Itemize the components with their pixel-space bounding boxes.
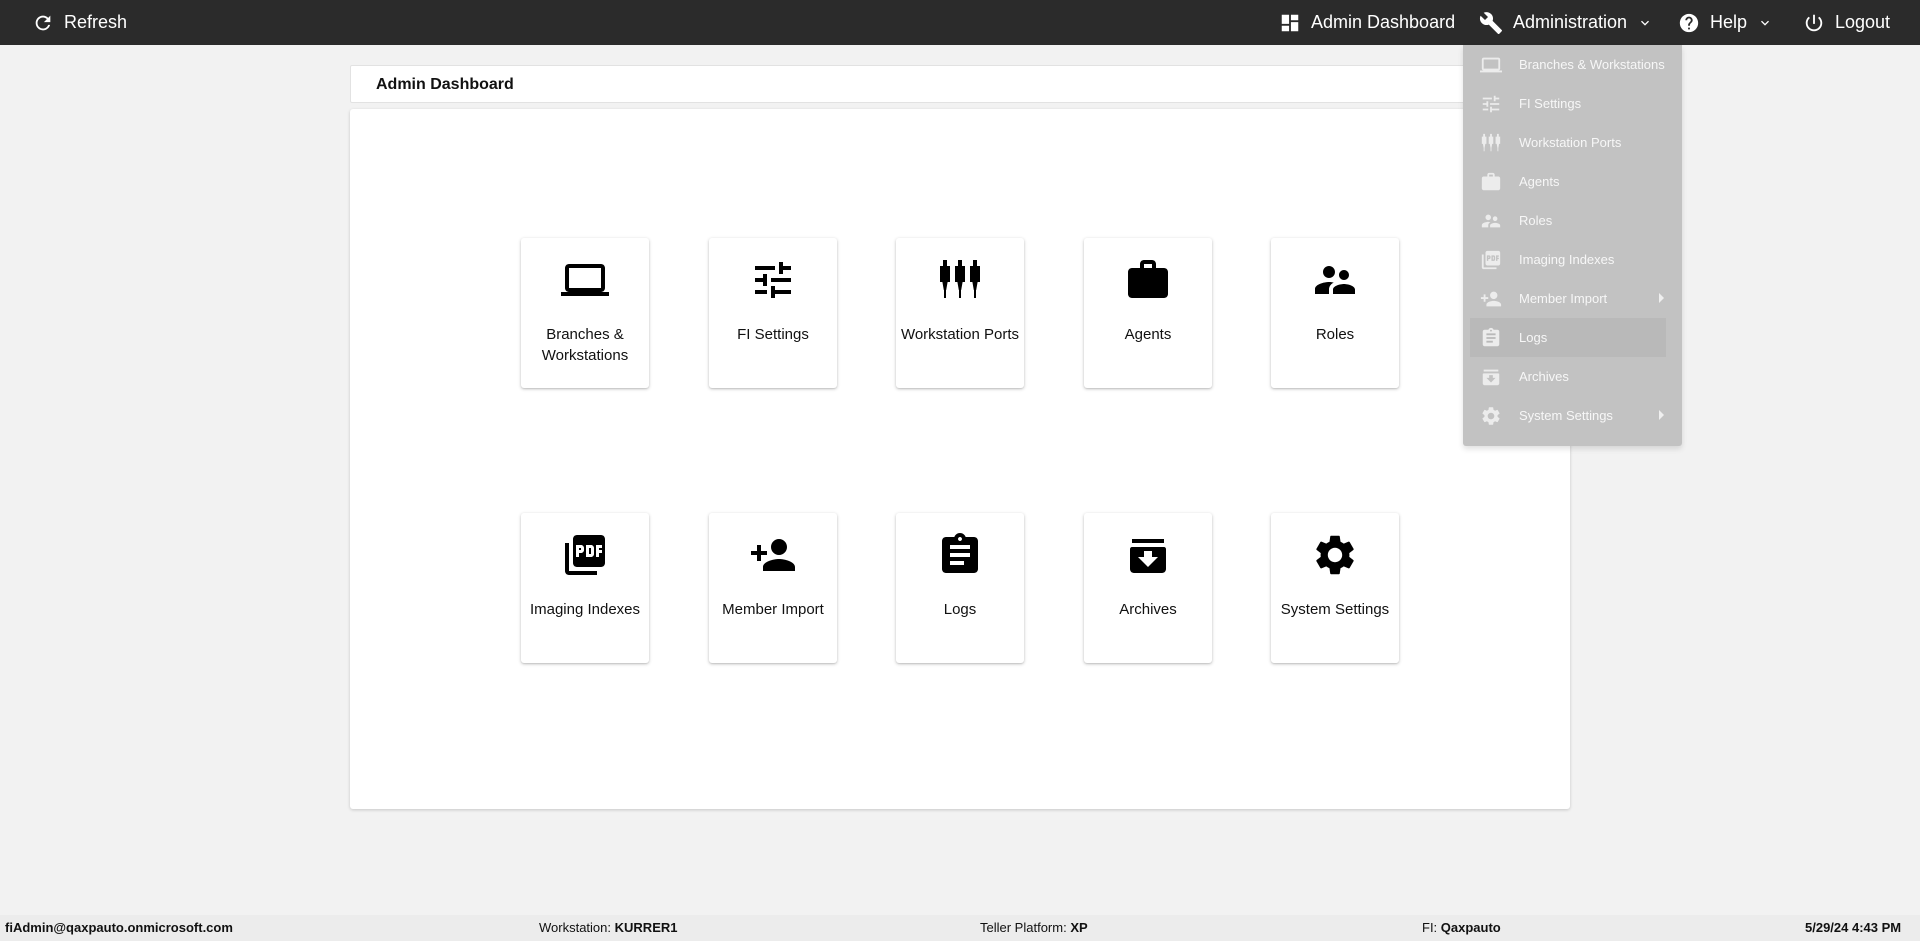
menu-item-label: Member Import xyxy=(1519,291,1608,306)
tile-label: Imaging Indexes xyxy=(529,601,641,618)
admin-dashboard-link[interactable]: Admin Dashboard xyxy=(1279,0,1455,45)
administration-label: Administration xyxy=(1513,12,1628,32)
ports-icon xyxy=(1480,132,1502,154)
help-icon xyxy=(1678,12,1700,34)
refresh-label: Refresh xyxy=(64,12,128,32)
admin-dashboard-label: Admin Dashboard xyxy=(1311,12,1456,32)
tile-system-settings[interactable]: System Settings xyxy=(1271,513,1399,663)
tile-logs[interactable]: Logs xyxy=(896,513,1024,663)
wrench-icon xyxy=(1479,11,1503,35)
tile-archives[interactable]: Archives xyxy=(1084,513,1212,663)
submenu-arrow-icon xyxy=(1659,293,1664,303)
menu-item-label: Imaging Indexes xyxy=(1519,252,1615,267)
menu-item-system-settings[interactable]: System Settings xyxy=(1463,396,1682,435)
menu-item-label: Agents xyxy=(1519,174,1560,189)
tile-roles[interactable]: Roles xyxy=(1271,238,1399,388)
clipboard-icon xyxy=(896,531,1024,579)
status-datetime: 5/29/24 4:43 PM xyxy=(1805,920,1902,935)
tile-label: FI Settings xyxy=(737,326,809,343)
power-icon xyxy=(1803,12,1825,34)
chevron-down-icon xyxy=(1757,15,1773,31)
tile-imaging-indexes[interactable]: Imaging Indexes xyxy=(521,513,649,663)
chevron-down-icon xyxy=(1637,15,1653,31)
tune-icon xyxy=(709,256,837,304)
person-add-icon xyxy=(709,531,837,579)
laptop-icon xyxy=(1480,54,1502,76)
briefcase-icon xyxy=(1084,256,1212,304)
status-user: fiAdmin@qaxpauto.onmicrosoft.com xyxy=(5,920,233,935)
person-add-icon xyxy=(1480,288,1502,310)
tile-label: System Settings xyxy=(1280,601,1390,618)
administration-menu-button[interactable]: Administration xyxy=(1479,0,1653,45)
laptop-icon xyxy=(521,256,649,304)
menu-item-workstation-ports[interactable]: Workstation Ports xyxy=(1463,123,1682,162)
menu-item-label: Workstation Ports xyxy=(1519,135,1622,150)
pdf-icon xyxy=(1480,249,1502,271)
menu-item-label: Branches & Workstations xyxy=(1519,57,1665,72)
archive-icon xyxy=(1084,531,1212,579)
menu-item-agents[interactable]: Agents xyxy=(1463,162,1682,201)
dashboard-panel: Branches & Workstations FI Settings Work… xyxy=(350,109,1570,809)
menu-item-imaging-indexes[interactable]: Imaging Indexes xyxy=(1463,240,1682,279)
tile-workstation-ports[interactable]: Workstation Ports xyxy=(896,238,1024,388)
status-teller-platform: Teller Platform: XP xyxy=(980,920,1088,935)
tile-member-import[interactable]: Member Import xyxy=(709,513,837,663)
gear-icon xyxy=(1271,531,1399,579)
menu-item-label: Roles xyxy=(1519,213,1553,228)
briefcase-icon xyxy=(1480,171,1502,193)
menu-item-label: System Settings xyxy=(1519,408,1613,423)
people-icon xyxy=(1271,256,1399,304)
tile-branches-workstations[interactable]: Branches & Workstations xyxy=(521,238,649,388)
archive-icon xyxy=(1480,366,1502,388)
dashboard-icon xyxy=(1279,12,1301,34)
menu-item-label: Archives xyxy=(1519,369,1569,384)
gear-icon xyxy=(1480,405,1502,427)
top-navigation-bar: Refresh Admin Dashboard Administration H… xyxy=(0,0,1920,45)
tile-agents[interactable]: Agents xyxy=(1084,238,1212,388)
tile-label: Roles xyxy=(1315,326,1355,343)
menu-item-member-import[interactable]: Member Import xyxy=(1463,279,1682,318)
tune-icon xyxy=(1480,93,1502,115)
status-fi: FI: Qaxpauto xyxy=(1422,920,1501,935)
pdf-icon xyxy=(521,531,649,579)
menu-item-roles[interactable]: Roles xyxy=(1463,201,1682,240)
tile-label: Branches & Workstations xyxy=(541,326,629,364)
refresh-icon xyxy=(32,12,54,34)
administration-dropdown-menu: Branches & Workstations FI Settings Work… xyxy=(1463,45,1682,446)
help-menu-button[interactable]: Help xyxy=(1678,0,1773,45)
tile-fi-settings[interactable]: FI Settings xyxy=(709,238,837,388)
clipboard-icon xyxy=(1480,327,1502,349)
menu-item-archives[interactable]: Archives xyxy=(1463,357,1682,396)
menu-item-branches-workstations[interactable]: Branches & Workstations xyxy=(1463,45,1682,84)
page-title: Admin Dashboard xyxy=(376,76,514,93)
page-title-bar: Admin Dashboard xyxy=(350,65,1570,103)
logout-button[interactable]: Logout xyxy=(1803,0,1890,45)
menu-item-logs[interactable]: Logs xyxy=(1470,318,1666,357)
menu-item-fi-settings[interactable]: FI Settings xyxy=(1463,84,1682,123)
status-bar: fiAdmin@qaxpauto.onmicrosoft.com Worksta… xyxy=(0,915,1920,941)
help-label: Help xyxy=(1710,12,1748,32)
menu-item-label: FI Settings xyxy=(1519,96,1582,111)
menu-item-label: Logs xyxy=(1519,330,1548,345)
logout-label: Logout xyxy=(1835,12,1891,32)
tile-label: Agents xyxy=(1124,326,1172,343)
refresh-button[interactable]: Refresh xyxy=(32,0,127,45)
tile-label: Logs xyxy=(943,601,977,618)
ports-icon xyxy=(896,256,1024,304)
tile-label: Workstation Ports xyxy=(900,326,1020,343)
tile-label: Archives xyxy=(1119,601,1177,618)
status-workstation: Workstation: KURRER1 xyxy=(539,920,678,935)
people-icon xyxy=(1480,210,1502,232)
tile-label: Member Import xyxy=(722,601,824,618)
submenu-arrow-icon xyxy=(1659,410,1664,420)
